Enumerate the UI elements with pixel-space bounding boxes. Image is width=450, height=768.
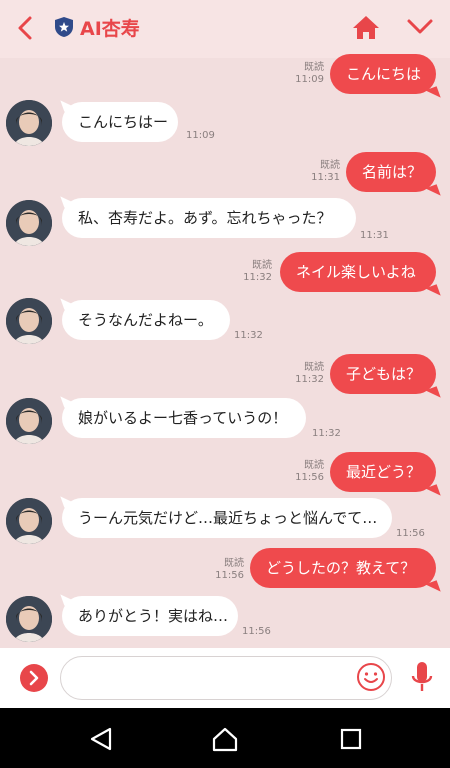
incoming-message[interactable]: ありがとう！実はね… [62, 596, 238, 636]
nav-back-icon[interactable] [88, 726, 114, 752]
nav-recent-apps-icon[interactable] [340, 728, 362, 750]
expand-button[interactable] [20, 664, 48, 692]
system-navigation-bar [0, 708, 450, 768]
nav-home-icon[interactable] [212, 726, 238, 752]
avatar[interactable] [6, 498, 52, 544]
emoji-icon[interactable] [356, 662, 386, 692]
message-time: 11:56 [396, 528, 425, 539]
message-time: 11:09 [295, 74, 324, 85]
chat-title: AI杏寿 [80, 18, 140, 40]
message-time: 11:32 [295, 374, 324, 385]
message-time: 11:31 [360, 230, 389, 241]
message-meta: 既読 11:31 [300, 160, 340, 184]
avatar[interactable] [6, 100, 52, 146]
message-meta: 既読 11:56 [204, 558, 244, 582]
incoming-message[interactable]: こんにちはー [62, 102, 178, 142]
read-receipt: 既読 [304, 460, 324, 471]
outgoing-message[interactable]: どうしたの？教えて？ [250, 548, 436, 588]
outgoing-message[interactable]: 最近どう？ [330, 452, 436, 492]
avatar[interactable] [6, 596, 52, 642]
message-meta: 既読 11:32 [284, 362, 324, 386]
read-receipt: 既読 [304, 362, 324, 373]
incoming-message[interactable]: そうなんだよねー。 [62, 300, 230, 340]
incoming-message[interactable]: 私、杏寿だよ。あず。忘れちゃった？ [62, 198, 356, 238]
microphone-icon[interactable] [410, 660, 434, 696]
message-time: 11:56 [215, 570, 244, 581]
message-input[interactable] [60, 656, 392, 700]
message-time: 11:56 [295, 472, 324, 483]
avatar[interactable] [6, 298, 52, 344]
message-time: 11:32 [243, 272, 272, 283]
outgoing-message[interactable]: 子どもは？ [330, 354, 436, 394]
read-receipt: 既読 [320, 160, 340, 171]
chevron-right-icon [29, 670, 39, 686]
message-time: 11:09 [186, 130, 215, 141]
message-time: 11:32 [234, 330, 263, 341]
official-shield-icon [55, 17, 73, 37]
message-input-bar [0, 648, 450, 708]
incoming-message[interactable]: うーん元気だけど…最近ちょっと悩んでて… [62, 498, 392, 538]
message-list[interactable]: 既読 11:09 こんにちは こんにちはー 11:09 既読 11:31 名前は… [0, 54, 450, 648]
avatar[interactable] [6, 398, 52, 444]
outgoing-message[interactable]: 名前は？ [346, 152, 436, 192]
message-time: 11:31 [311, 172, 340, 183]
chat-header: AI杏寿 [0, 0, 450, 58]
outgoing-message[interactable]: こんにちは [330, 54, 436, 94]
chevron-down-icon[interactable] [406, 18, 434, 36]
message-meta: 既読 11:56 [284, 460, 324, 484]
message-meta: 既読 11:09 [284, 62, 324, 86]
read-receipt: 既読 [304, 62, 324, 73]
read-receipt: 既読 [252, 260, 272, 271]
message-time: 11:32 [312, 428, 341, 439]
home-icon[interactable] [352, 14, 380, 40]
message-time: 11:56 [242, 626, 271, 637]
avatar[interactable] [6, 200, 52, 246]
outgoing-message[interactable]: ネイル楽しいよね [280, 252, 436, 292]
message-meta: 既読 11:32 [232, 260, 272, 284]
incoming-message[interactable]: 娘がいるよー七香っていうの！ [62, 398, 306, 438]
read-receipt: 既読 [224, 558, 244, 569]
chevron-left-icon[interactable] [14, 15, 36, 41]
